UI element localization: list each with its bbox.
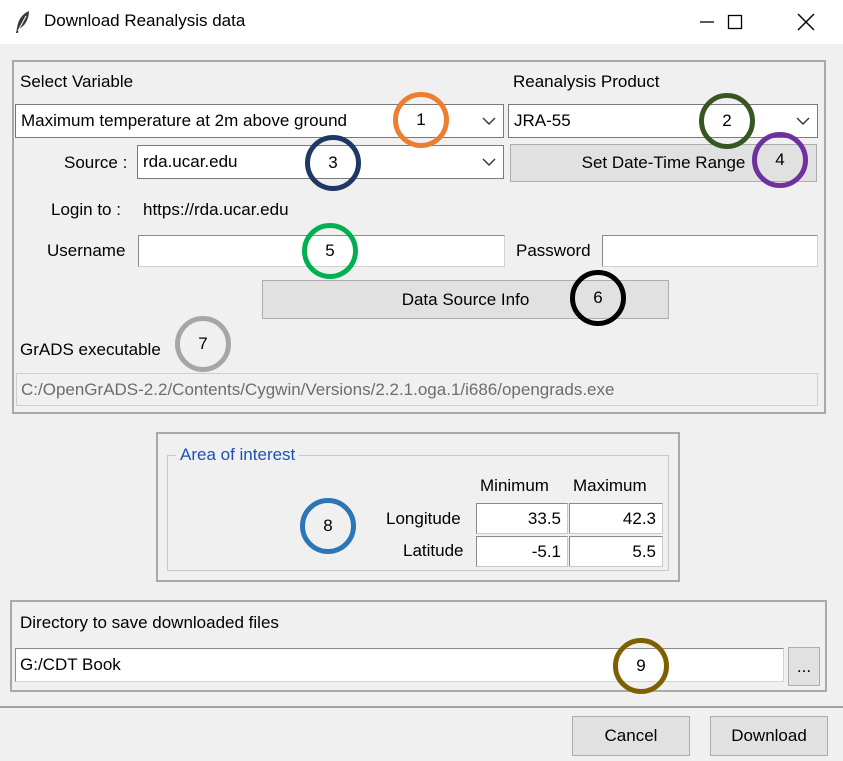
- annotation-marker-1: 1: [393, 92, 449, 148]
- username-label: Username: [47, 241, 126, 260]
- annotation-marker-2: 2: [699, 93, 755, 149]
- close-button[interactable]: [778, 0, 834, 44]
- product-select-value: JRA-55: [514, 111, 571, 130]
- minimum-header: Minimum: [480, 476, 549, 495]
- download-button[interactable]: Download: [710, 716, 828, 756]
- longitude-min-input[interactable]: 33.5: [476, 503, 568, 534]
- chevron-down-icon: [796, 117, 810, 125]
- longitude-max-input[interactable]: 42.3: [569, 503, 663, 534]
- chevron-down-icon: [482, 117, 496, 125]
- close-icon: [797, 13, 815, 31]
- grads-executable-label: GrADS executable: [20, 340, 161, 359]
- annotation-marker-5: 5: [302, 223, 358, 279]
- longitude-label: Longitude: [386, 509, 461, 528]
- annotation-marker-4: 4: [752, 132, 808, 188]
- reanalysis-product-label: Reanalysis Product: [513, 72, 660, 91]
- grads-path-input[interactable]: C:/OpenGrADS-2.2/Contents/Cygwin/Version…: [16, 373, 818, 406]
- annotation-marker-7: 7: [175, 316, 231, 372]
- area-of-interest-title: Area of interest: [176, 445, 300, 465]
- login-url: https://rda.ucar.edu: [143, 200, 289, 219]
- cancel-button[interactable]: Cancel: [572, 716, 690, 756]
- feather-icon: [16, 11, 29, 33]
- source-select-value: rda.ucar.edu: [143, 152, 238, 171]
- annotation-marker-8: 8: [300, 498, 356, 554]
- window-title: Download Reanalysis data: [44, 11, 246, 30]
- source-label: Source :: [64, 153, 128, 172]
- maximum-header: Maximum: [573, 476, 647, 495]
- annotation-marker-3: 3: [305, 135, 361, 191]
- latitude-max-input[interactable]: 5.5: [569, 536, 663, 567]
- password-input[interactable]: [602, 235, 818, 267]
- directory-label: Directory to save downloaded files: [20, 613, 279, 632]
- browse-directory-button[interactable]: ...: [788, 647, 820, 686]
- login-label: Login to :: [51, 200, 121, 219]
- latitude-label: Latitude: [403, 541, 464, 560]
- password-label: Password: [516, 241, 591, 260]
- annotation-marker-6: 6: [570, 270, 626, 326]
- variable-select-value: Maximum temperature at 2m above ground: [21, 111, 347, 130]
- select-variable-label: Select Variable: [20, 72, 134, 91]
- maximize-icon: [727, 14, 743, 30]
- chevron-down-icon: [482, 158, 496, 166]
- latitude-min-input[interactable]: -5.1: [476, 536, 568, 567]
- maximize-button[interactable]: [707, 0, 763, 44]
- annotation-marker-9: 9: [613, 638, 669, 694]
- footer-divider: [0, 706, 843, 708]
